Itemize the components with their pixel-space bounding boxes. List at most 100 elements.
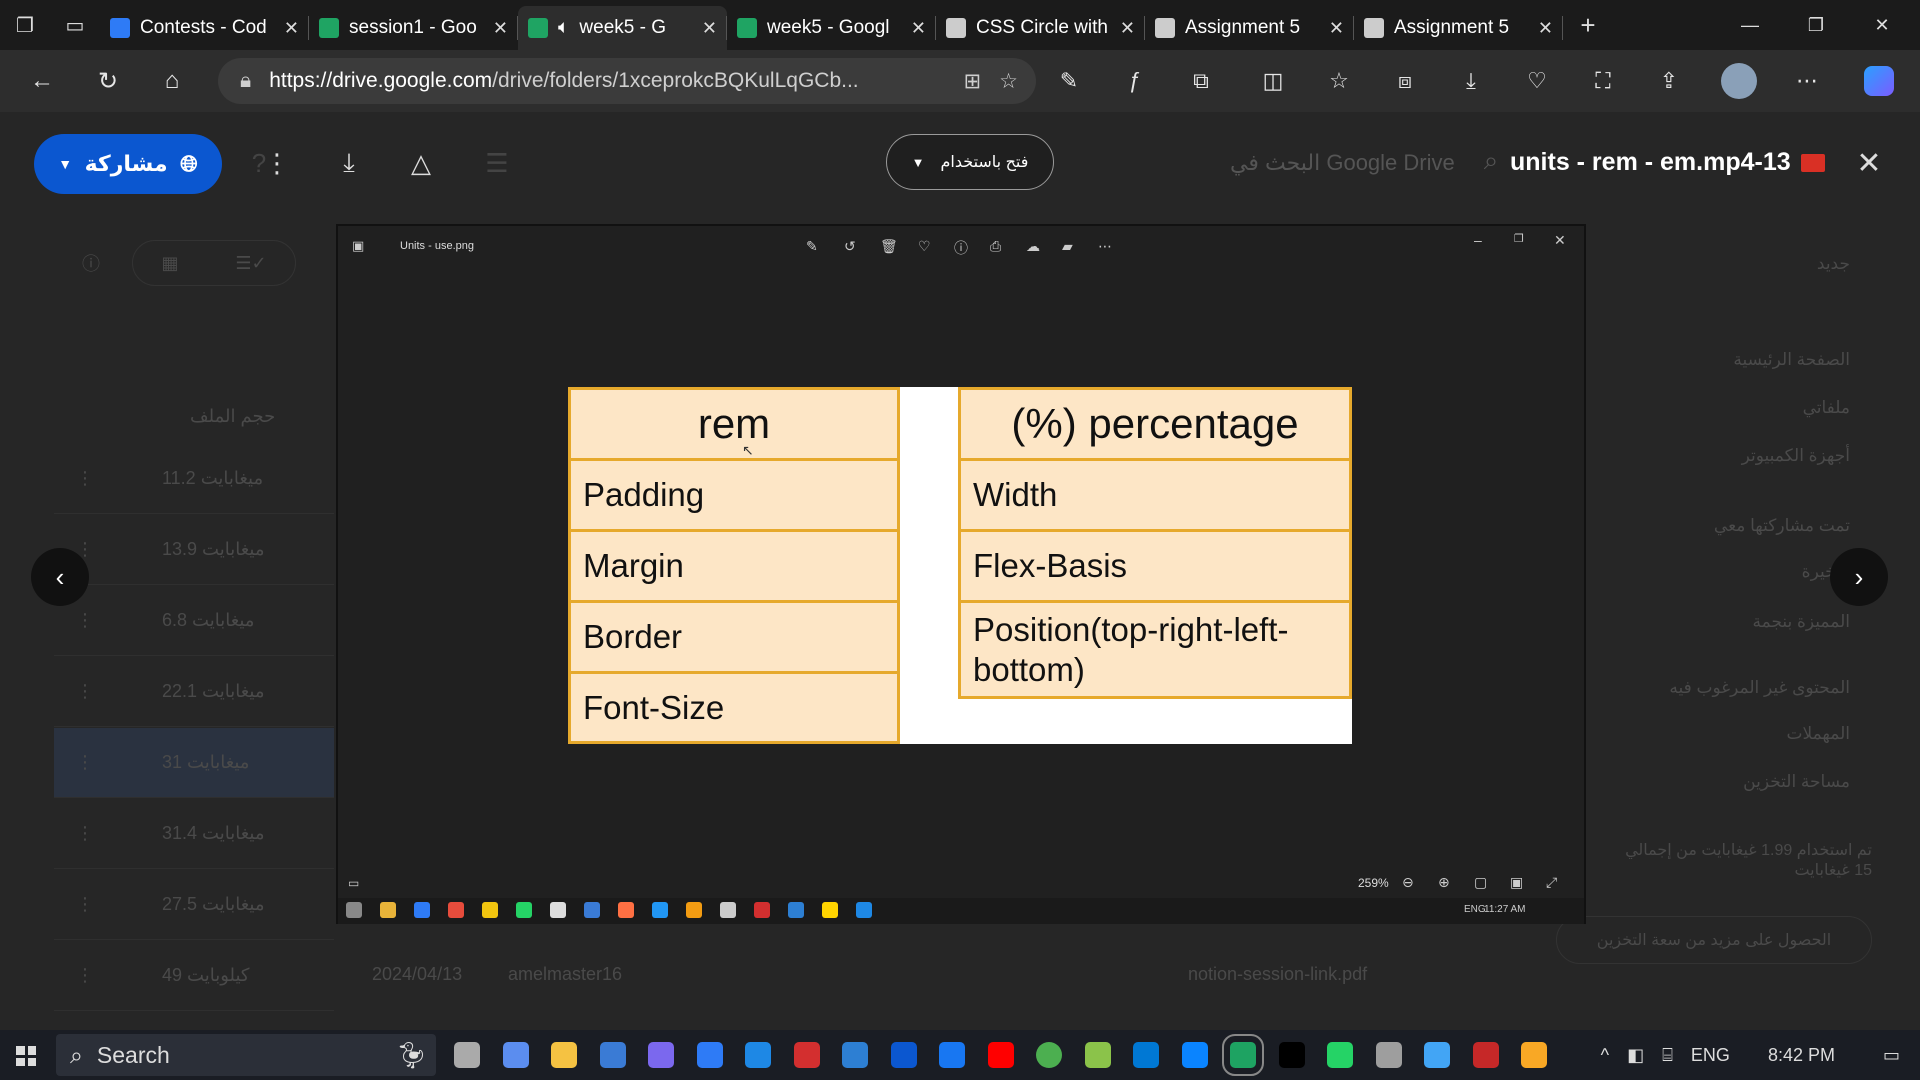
taskbar-app-icon[interactable] bbox=[745, 1042, 771, 1068]
file-row[interactable]: ⋮ 11.2 ميغابايت bbox=[54, 444, 334, 514]
taskbar-app-icon[interactable] bbox=[890, 1042, 917, 1068]
taskbar-app-icon[interactable] bbox=[1424, 1042, 1450, 1068]
start-button[interactable] bbox=[8, 1038, 44, 1074]
taskbar-app-icon[interactable] bbox=[1278, 1042, 1305, 1068]
info-icon[interactable]: ⓘ bbox=[954, 238, 968, 258]
refresh-icon[interactable]: ↻ bbox=[76, 50, 140, 112]
tab-actions-icon[interactable]: ▭ bbox=[50, 0, 100, 50]
taskbar-app-icon[interactable] bbox=[1521, 1042, 1547, 1068]
taskbar-app-icon[interactable] bbox=[551, 1042, 577, 1068]
taskbar-app-icon[interactable] bbox=[599, 1042, 626, 1068]
network-icon[interactable]: ⌸ bbox=[1662, 1045, 1673, 1066]
clipchamp-icon[interactable]: ▰ bbox=[1062, 238, 1073, 255]
row-menu-icon[interactable]: ⋮ bbox=[76, 610, 94, 631]
taskbar-app-icon[interactable] bbox=[987, 1042, 1014, 1068]
fullscreen-icon[interactable]: ⤢ bbox=[1546, 874, 1557, 891]
screenshot-icon[interactable]: ⛶ bbox=[1580, 58, 1626, 104]
sidebar-item[interactable]: جديد bbox=[1817, 254, 1850, 274]
close-tab-icon[interactable]: ✕ bbox=[1538, 18, 1553, 39]
close-tab-icon[interactable]: ✕ bbox=[1120, 18, 1135, 39]
row-menu-icon[interactable]: ⋮ bbox=[76, 681, 94, 702]
grid-view-icon[interactable]: ▦ bbox=[161, 253, 178, 274]
share-button[interactable]: ▼ مشاركة 🌐︎ bbox=[34, 134, 222, 194]
collections-icon[interactable]: ⧈ bbox=[1382, 58, 1428, 104]
eyedropper-icon[interactable]: ✎ bbox=[1046, 58, 1092, 104]
sidebar-item[interactable]: مساحة التخزين bbox=[1743, 772, 1850, 792]
more-actions-icon[interactable]: ⋮ bbox=[254, 140, 300, 186]
audio-icon[interactable]: 🔈︎ bbox=[558, 17, 569, 39]
close-tab-icon[interactable]: ✕ bbox=[911, 18, 926, 39]
taskbar-app-icon[interactable] bbox=[1327, 1042, 1353, 1068]
file-row[interactable]: ⋮ 49 كيلوبايت bbox=[54, 941, 334, 1011]
favorites-icon[interactable]: ☆ bbox=[1316, 58, 1362, 104]
file-row[interactable]: ⋮ 31.4 ميغابايت bbox=[54, 799, 334, 869]
minimize-icon[interactable]: — bbox=[1720, 0, 1780, 50]
taskbar-app-icon[interactable] bbox=[939, 1042, 965, 1068]
home-icon[interactable]: ⌂ bbox=[140, 50, 204, 112]
formula-icon[interactable]: ƒ bbox=[1112, 58, 1158, 104]
favorite-icon[interactable]: ♡ bbox=[918, 238, 931, 255]
sidebar-item[interactable]: المحتوى غير المرغوب فيه bbox=[1669, 678, 1850, 698]
favorite-star-icon[interactable]: ☆ bbox=[999, 69, 1018, 94]
get-more-storage-button[interactable]: الحصول على مزيد من سعة التخزين bbox=[1556, 916, 1872, 964]
browser-tab[interactable]: week5 - Googl ✕ bbox=[727, 6, 936, 50]
restore-icon[interactable]: ❐ bbox=[1786, 0, 1846, 50]
taskbar-app-icon[interactable] bbox=[1472, 1042, 1499, 1068]
next-file-icon[interactable]: › bbox=[1830, 548, 1888, 606]
print-icon[interactable]: ⎙ bbox=[990, 238, 1001, 255]
close-preview-icon[interactable]: ✕ bbox=[1846, 140, 1892, 186]
row-menu-icon[interactable]: ⋮ bbox=[76, 894, 94, 915]
input-language[interactable]: ENG bbox=[1691, 1045, 1730, 1066]
rotate-icon[interactable]: ↺ bbox=[844, 238, 856, 255]
file-row[interactable]: ⋮ 27.5 ميغابايت bbox=[54, 870, 334, 940]
sidebar-item[interactable]: ملفاتي bbox=[1803, 398, 1850, 418]
show-hidden-icons[interactable]: ^ bbox=[1601, 1045, 1609, 1066]
zoom-out-icon[interactable]: ⊖ bbox=[1402, 874, 1414, 891]
restore-icon[interactable]: ❐ bbox=[1514, 232, 1524, 245]
download-icon[interactable]: ⤓ bbox=[326, 140, 372, 186]
onedrive-icon[interactable]: ☁ bbox=[1026, 238, 1040, 255]
zoom-in-icon[interactable]: ⊕ bbox=[1438, 874, 1450, 891]
browser-tab[interactable]: CSS Circle with ✕ bbox=[936, 6, 1145, 50]
close-window-icon[interactable]: ✕ bbox=[1852, 0, 1912, 50]
taskbar-app-icon[interactable] bbox=[1375, 1042, 1402, 1068]
close-tab-icon[interactable]: ✕ bbox=[284, 18, 299, 39]
taskbar-app-icon[interactable] bbox=[1222, 1034, 1264, 1076]
sidebar-item[interactable]: أجهزة الكمبيوتر bbox=[1742, 446, 1850, 466]
row-menu-icon[interactable]: ⋮ bbox=[76, 468, 94, 489]
minimize-icon[interactable]: – bbox=[1474, 232, 1482, 248]
taskbar-app-icon[interactable] bbox=[793, 1042, 820, 1068]
file-row[interactable]: ⋮ 22.1 ميغابايت bbox=[54, 657, 334, 727]
actual-size-icon[interactable]: ▣ bbox=[1510, 874, 1523, 891]
add-shortcut-drive-icon[interactable]: △ bbox=[398, 140, 444, 186]
new-tab-icon[interactable]: + bbox=[1563, 0, 1613, 50]
sidebar-item[interactable]: الصفحة الرئيسية bbox=[1733, 350, 1850, 370]
taskbar-app-icon[interactable] bbox=[648, 1042, 674, 1068]
camera-icon[interactable]: ◧ bbox=[1627, 1045, 1644, 1066]
sidebar-item[interactable]: تمت مشاركتها معي bbox=[1714, 516, 1850, 536]
downloads-icon[interactable]: ⤓ bbox=[1448, 58, 1494, 104]
row-menu-icon[interactable]: ⋮ bbox=[76, 823, 94, 844]
profile-avatar[interactable] bbox=[1716, 58, 1762, 104]
open-with-button[interactable]: ▼ فتح باستخدام bbox=[886, 134, 1054, 190]
clock[interactable]: 8:42 PM bbox=[1768, 1045, 1835, 1066]
share-page-icon[interactable]: ⇪ bbox=[1646, 58, 1692, 104]
edit-icon[interactable]: ✎ bbox=[806, 238, 818, 255]
filters-icon[interactable]: ☰ bbox=[474, 140, 520, 186]
more-icon[interactable]: ⋯ bbox=[1098, 238, 1112, 255]
split-screen-icon[interactable]: ◫ bbox=[1250, 58, 1296, 104]
filmstrip-icon[interactable]: ▭ bbox=[348, 876, 359, 890]
close-tab-icon[interactable]: ✕ bbox=[493, 18, 508, 39]
file-row[interactable]: ⋮ 31 ميغابايت bbox=[54, 728, 334, 798]
list-view-icon[interactable]: ☰✓ bbox=[235, 253, 266, 274]
taskbar-app-icon[interactable] bbox=[696, 1042, 723, 1068]
delete-icon[interactable]: 🗑︎ bbox=[880, 238, 898, 255]
info-icon[interactable]: ⓘ bbox=[82, 250, 100, 276]
sidebar-item[interactable]: المهملات bbox=[1786, 724, 1850, 744]
browser-tab[interactable]: Assignment 5 ✕ bbox=[1145, 6, 1354, 50]
close-icon[interactable]: ✕ bbox=[1554, 232, 1566, 249]
browser-tab[interactable]: session1 - Goo ✕ bbox=[309, 6, 518, 50]
browser-tab[interactable]: Contests - Cod ✕ bbox=[100, 6, 309, 50]
address-bar[interactable]: 🔒︎ https://drive.google.com/drive/folder… bbox=[218, 58, 1036, 104]
close-tab-icon[interactable]: ✕ bbox=[1329, 18, 1344, 39]
